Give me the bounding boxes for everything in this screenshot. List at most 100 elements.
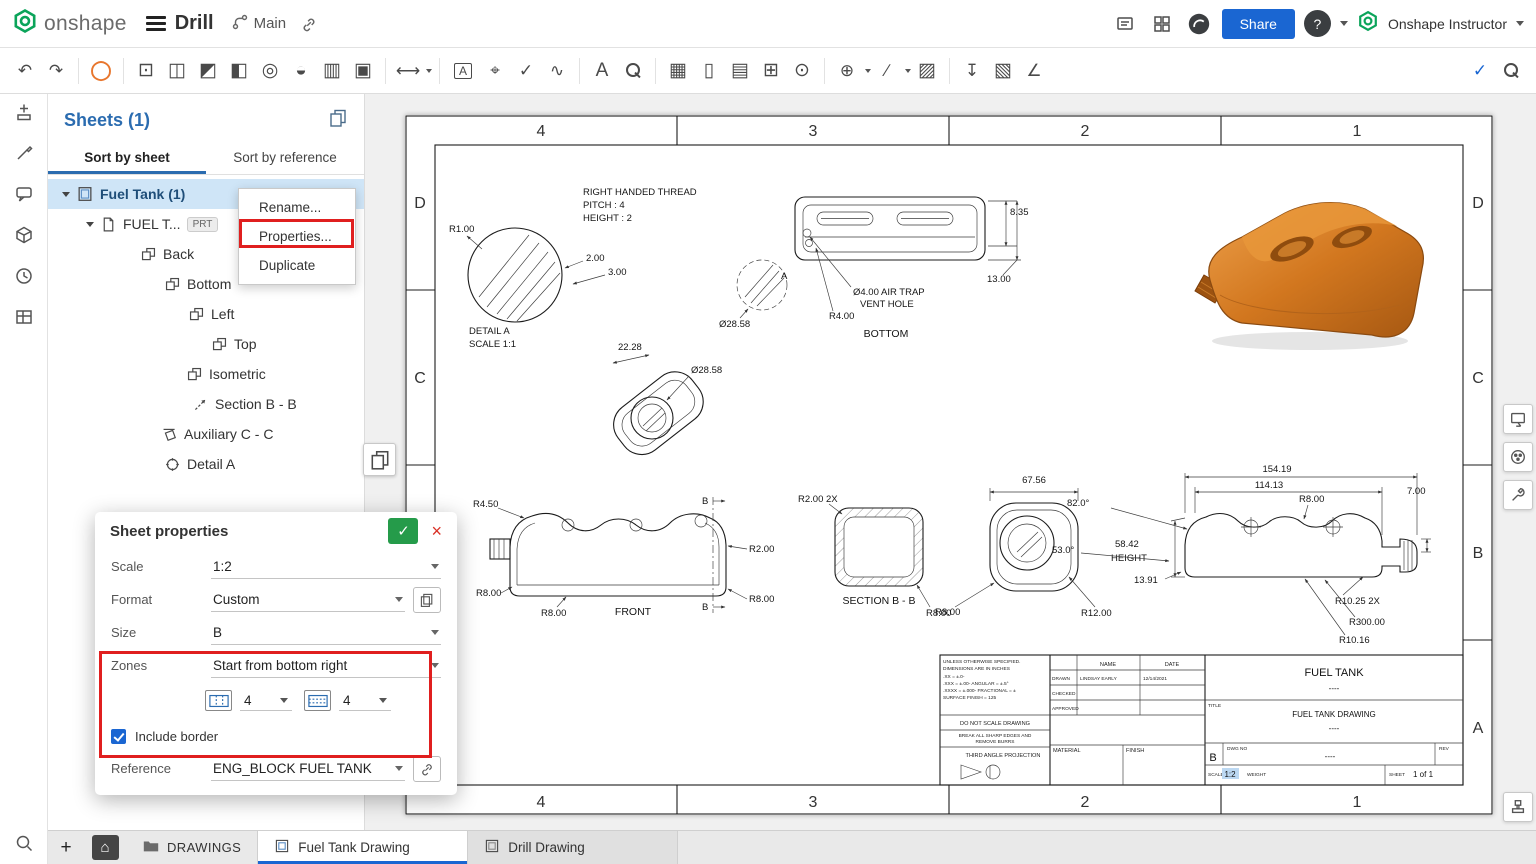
apps-icon[interactable] [1148, 10, 1176, 38]
branch-selector[interactable]: Main [231, 13, 286, 35]
onshape-logo-icon[interactable] [12, 8, 38, 39]
tree-item-view[interactable]: Top [48, 329, 364, 359]
tree-item-view[interactable]: Section B - B [48, 389, 364, 419]
learning-center-icon[interactable] [1185, 10, 1213, 38]
panel-overlay-icon[interactable] [328, 108, 348, 133]
drawings-folder-tab[interactable]: DRAWINGS [126, 831, 259, 864]
measure-icon[interactable]: ∠ [1019, 56, 1049, 86]
crop-view-icon[interactable]: ▣ [348, 56, 378, 86]
zone-columns-select[interactable]: 4 [240, 691, 292, 711]
dimension-caret-icon[interactable] [426, 68, 432, 73]
zones-select[interactable]: Start from bottom right [211, 654, 441, 678]
comment-icon[interactable] [11, 181, 37, 207]
insert-view-icon[interactable]: ⊡ [131, 56, 161, 86]
sketch-update-icon[interactable]: ◯ [86, 56, 116, 86]
tables-icon[interactable] [11, 304, 37, 330]
detail-view-icon[interactable]: ◎ [255, 56, 285, 86]
partial-view-icon[interactable]: ◧ [224, 56, 254, 86]
view-side[interactable]: 67.56 R8.00 R12.00 [935, 475, 1112, 619]
close-icon[interactable]: × [426, 521, 447, 542]
add-tab-button[interactable]: + [48, 831, 84, 864]
size-select[interactable]: B [211, 621, 441, 645]
link-icon[interactable] [295, 10, 323, 38]
hole-table-icon[interactable]: ⊞ [756, 56, 786, 86]
surface-finish-icon[interactable]: ✓ [511, 56, 541, 86]
view-section-bb[interactable]: R2.00 2X SECTION B - B R8.00 [798, 494, 951, 619]
share-button[interactable]: Share [1221, 8, 1295, 39]
break-view-icon[interactable]: ▥ [317, 56, 347, 86]
tree-item-view[interactable]: Isometric [48, 359, 364, 389]
view-isometric[interactable] [1194, 202, 1425, 350]
centerline-caret-icon[interactable] [865, 68, 871, 73]
bom-table-icon[interactable]: ▤ [725, 56, 755, 86]
view-auxiliary[interactable]: 22.28 Ø28.58 [605, 342, 722, 463]
confirm-button[interactable]: ✓ [388, 518, 419, 544]
projected-view-icon[interactable]: ◫ [162, 56, 192, 86]
datum-icon[interactable]: ⌖ [480, 56, 510, 86]
tab-sort-by-sheet[interactable]: Sort by sheet [48, 141, 206, 174]
context-menu-rename[interactable]: Rename... [239, 193, 355, 222]
view-bottom[interactable]: 8.35 13.00 A Ø28.58 Ø4.00 AIR TRAP VENT … [719, 196, 1029, 340]
include-border-checkbox[interactable] [111, 729, 126, 744]
hatch-icon[interactable]: ▨ [912, 56, 942, 86]
feedback-icon[interactable] [1111, 10, 1139, 38]
user-caret-icon[interactable] [1516, 21, 1524, 26]
tab-fuel-tank-drawing[interactable]: Fuel Tank Drawing [258, 831, 469, 864]
table-icon[interactable]: ▦ [663, 56, 693, 86]
export-dxf-icon[interactable]: ↧ [957, 56, 987, 86]
stamp-icon[interactable] [1503, 792, 1533, 822]
tab-drill-drawing[interactable]: Drill Drawing [468, 831, 679, 864]
zone-rows-select[interactable]: 4 [339, 691, 391, 711]
help-icon[interactable]: ? [1303, 10, 1331, 37]
drawing-canvas[interactable]: 4 3 2 1 4 3 2 1 D C B A D C B A [365, 94, 1536, 830]
text-icon[interactable]: A [587, 56, 617, 86]
context-menu-duplicate[interactable]: Duplicate [239, 251, 355, 280]
chevron-down-icon[interactable] [62, 191, 70, 197]
view-options-icon[interactable] [1503, 404, 1533, 434]
tools-icon[interactable] [1503, 480, 1533, 510]
drawing-sheet[interactable]: 4 3 2 1 4 3 2 1 D C B A D C B A [405, 115, 1493, 815]
weld-symbol-icon[interactable]: ∿ [542, 56, 572, 86]
menu-icon[interactable] [145, 16, 166, 31]
tree-item-view[interactable]: Auxiliary C - C [48, 419, 364, 449]
tab-sort-by-reference[interactable]: Sort by reference [206, 141, 364, 174]
tree-item-view[interactable]: Left [48, 299, 364, 329]
reference-link-button[interactable] [413, 755, 441, 782]
parts-icon[interactable] [11, 222, 37, 248]
insert-icon[interactable] [11, 99, 37, 125]
inspect-icon[interactable] [1496, 56, 1526, 86]
toggle-sheets-overlay-button[interactable] [363, 443, 396, 476]
scale-select[interactable]: 1:2 [211, 555, 441, 579]
titleblock-text: DO NOT SCALE DRAWING [960, 721, 1030, 727]
centerline-icon[interactable]: ⊕ [832, 56, 862, 86]
tree-item-view[interactable]: Detail A [48, 449, 364, 479]
search-icon[interactable] [11, 830, 37, 856]
sketch-check-icon[interactable]: ✓ [1465, 56, 1495, 86]
find-annotation-icon[interactable] [618, 56, 648, 86]
format-copy-button[interactable] [413, 586, 441, 613]
appearance-icon[interactable] [1503, 442, 1533, 472]
balloon-icon[interactable]: ⊙ [787, 56, 817, 86]
view-detail-a[interactable]: R1.00 2.00 3.00 DETAIL A SCALE 1:1 RIGHT… [449, 187, 697, 350]
user-menu[interactable]: Onshape Instructor [1388, 16, 1507, 32]
chevron-down-icon[interactable] [86, 221, 94, 227]
line-style-icon[interactable]: ∕ [872, 56, 902, 86]
undo-icon[interactable]: ↶ [10, 56, 40, 86]
insert-image-icon[interactable]: ▧ [988, 56, 1018, 86]
home-button[interactable]: ⌂ [84, 831, 126, 864]
auxiliary-view-icon[interactable]: ◩ [193, 56, 223, 86]
note-icon[interactable]: A [454, 62, 472, 79]
help-caret-icon[interactable] [1339, 21, 1348, 26]
reference-select[interactable]: ENG_BLOCK FUEL TANK [211, 757, 405, 781]
redo-icon[interactable]: ↷ [41, 56, 71, 86]
context-menu-properties[interactable]: Properties... [239, 222, 355, 251]
view-front[interactable]: B B R4.50 R2.00 R8.00 R8.00 R8.00 FRONT [473, 496, 774, 619]
history-icon[interactable] [11, 263, 37, 289]
format-select[interactable]: Custom [211, 588, 405, 612]
section-view-icon[interactable]: ◒ [286, 56, 316, 86]
sheet-list-icon[interactable]: ▯ [694, 56, 724, 86]
dimension-icon[interactable]: ⟷ [393, 56, 423, 86]
line-style-caret-icon[interactable] [905, 68, 911, 73]
style-icon[interactable] [11, 140, 37, 166]
titleblock-text: TITLE [1208, 703, 1221, 709]
